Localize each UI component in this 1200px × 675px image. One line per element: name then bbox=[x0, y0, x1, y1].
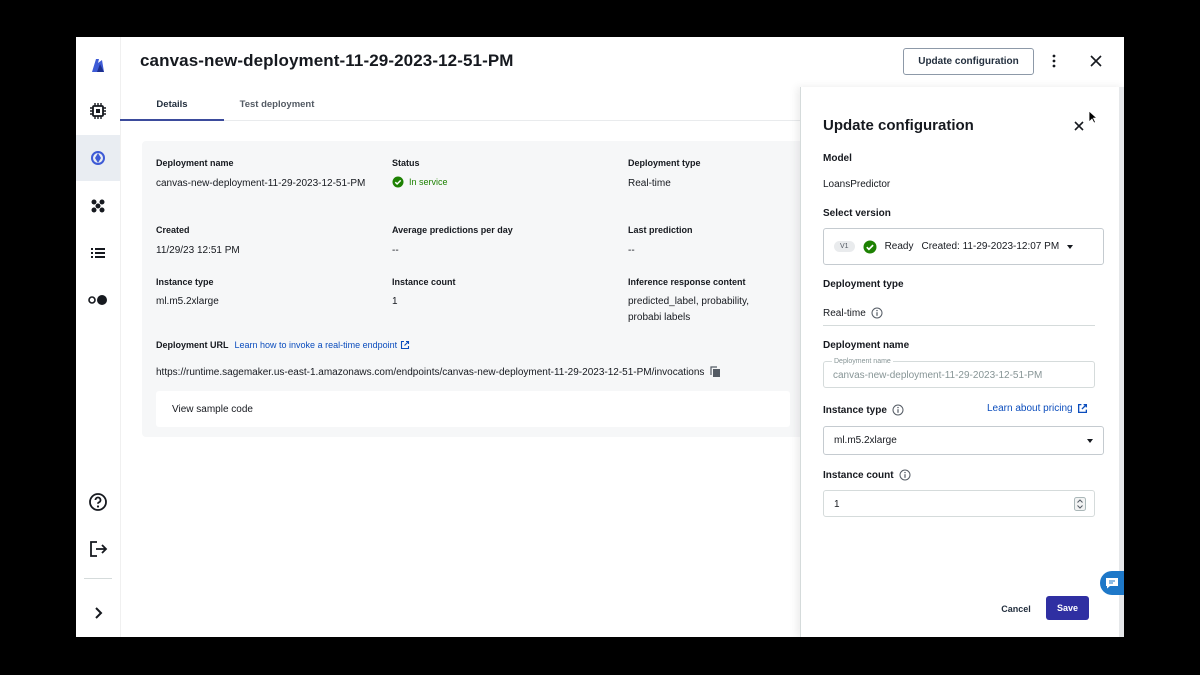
version-badge: V1 bbox=[834, 241, 855, 252]
last-prediction-value: -- bbox=[628, 245, 635, 256]
copy-icon[interactable] bbox=[710, 366, 721, 378]
save-button[interactable]: Save bbox=[1046, 596, 1089, 620]
drawer-title: Update configuration bbox=[823, 117, 974, 134]
deployment-url-header: Deployment URL Learn how to invoke a rea… bbox=[156, 340, 410, 350]
instance-count-label: Instance count bbox=[823, 469, 894, 481]
instance-count-input[interactable]: 1 bbox=[823, 490, 1095, 517]
deployment-details-card: Deployment name canvas-new-deployment-11… bbox=[142, 141, 806, 437]
info-icon[interactable] bbox=[892, 404, 904, 416]
inference-content-value: predicted_label, probability, probabi la… bbox=[628, 296, 750, 323]
close-icon[interactable] bbox=[1087, 52, 1105, 70]
created-value: 11/29/23 12:51 PM bbox=[156, 245, 240, 256]
invoke-endpoint-link[interactable]: Learn how to invoke a real-time endpoint bbox=[235, 340, 411, 350]
tab-details[interactable]: Details bbox=[120, 89, 224, 121]
model-label: Model bbox=[823, 153, 852, 164]
check-circle-icon bbox=[392, 176, 404, 188]
status-value: In service bbox=[409, 177, 448, 187]
drawer-scrollbar[interactable] bbox=[1119, 87, 1124, 637]
expand-chevron-icon[interactable] bbox=[76, 590, 120, 636]
avg-predictions-label: Average predictions per day bbox=[392, 225, 513, 235]
avg-predictions-value: -- bbox=[392, 245, 399, 256]
deployment-name-value: canvas-new-deployment-11-29-2023-12-51-P… bbox=[156, 178, 366, 189]
instance-type-value: ml.m5.2xlarge bbox=[156, 296, 219, 307]
learn-about-pricing-text: Learn about pricing bbox=[987, 403, 1073, 414]
instance-type-select-value: ml.m5.2xlarge bbox=[834, 435, 897, 446]
chevron-down-icon bbox=[1087, 438, 1093, 443]
drawer-close-icon[interactable] bbox=[1071, 118, 1087, 134]
deployment-type-value: Real-time bbox=[823, 307, 866, 319]
invoke-endpoint-link-text: Learn how to invoke a real-time endpoint bbox=[234, 340, 398, 350]
deployment-name-field-value: canvas-new-deployment-11-29-2023-12-51-P… bbox=[833, 370, 1043, 381]
version-status: Ready bbox=[884, 241, 914, 252]
status-label: Status bbox=[392, 158, 420, 168]
page-title: canvas-new-deployment-11-29-2023-12-51-P… bbox=[140, 51, 514, 70]
info-icon[interactable] bbox=[871, 307, 883, 319]
instance-count-label: Instance count bbox=[392, 277, 456, 287]
status-badge: In service bbox=[392, 176, 448, 188]
help-icon[interactable] bbox=[76, 479, 120, 525]
toggle-icon[interactable] bbox=[76, 277, 120, 323]
info-icon[interactable] bbox=[899, 469, 911, 481]
check-circle-icon bbox=[863, 240, 877, 253]
instance-count-input-value: 1 bbox=[834, 499, 840, 510]
instance-type-label: Instance type bbox=[156, 277, 214, 287]
last-prediction-label: Last prediction bbox=[628, 225, 693, 235]
instance-type-label: Instance type bbox=[823, 404, 887, 416]
deployment-url-label: Deployment URL bbox=[156, 340, 229, 350]
sign-out-icon[interactable] bbox=[76, 526, 120, 572]
left-nav-rail bbox=[76, 37, 121, 637]
tab-test-deployment[interactable]: Test deployment bbox=[224, 89, 330, 119]
deployment-name-floating-label: Deployment name bbox=[832, 358, 893, 365]
external-link-icon bbox=[1077, 403, 1087, 414]
models-icon[interactable] bbox=[76, 183, 120, 229]
created-label: Created bbox=[156, 225, 190, 235]
deployments-icon[interactable] bbox=[76, 135, 120, 181]
deployment-name-label: Deployment name bbox=[156, 158, 234, 168]
external-link-icon bbox=[401, 340, 410, 350]
learn-about-pricing-link[interactable]: Learn about pricing bbox=[987, 403, 1088, 414]
instance-type-select[interactable]: ml.m5.2xlarge bbox=[823, 426, 1104, 455]
version-select[interactable]: V1 Ready Created: 11-29-2023-12:07 PM bbox=[823, 228, 1104, 265]
chip-icon[interactable] bbox=[76, 88, 120, 134]
view-sample-code-button[interactable]: View sample code bbox=[156, 391, 790, 427]
chevron-down-icon bbox=[1067, 244, 1074, 249]
select-version-label: Select version bbox=[823, 208, 891, 219]
instance-count-label-row: Instance count bbox=[823, 469, 911, 481]
list-icon[interactable] bbox=[76, 230, 120, 276]
mouse-cursor-icon bbox=[1088, 110, 1097, 124]
inference-content-label: Inference response content bbox=[628, 277, 746, 287]
canvas-logo-icon[interactable] bbox=[76, 42, 120, 88]
more-options-icon[interactable] bbox=[1046, 51, 1062, 71]
deployment-name-label: Deployment name bbox=[823, 340, 910, 351]
feedback-chat-icon[interactable] bbox=[1100, 571, 1124, 595]
version-created: Created: 11-29-2023-12:07 PM bbox=[921, 241, 1060, 252]
deployment-type-label: Deployment type bbox=[628, 158, 701, 168]
app-window: canvas-new-deployment-11-29-2023-12-51-P… bbox=[76, 37, 1124, 637]
deployment-url-value: https://runtime.sagemaker.us-east-1.amaz… bbox=[156, 366, 705, 378]
rail-divider bbox=[84, 578, 112, 579]
cancel-button[interactable]: Cancel bbox=[991, 600, 1041, 618]
deployment-type-row: Real-time bbox=[823, 307, 883, 319]
deployment-name-field: Deployment name canvas-new-deployment-11… bbox=[823, 358, 1095, 388]
tab-bar: Details Test deployment bbox=[120, 89, 800, 121]
deployment-url-row: https://runtime.sagemaker.us-east-1.amaz… bbox=[156, 366, 721, 378]
instance-count-value: 1 bbox=[392, 296, 398, 307]
update-configuration-drawer: Update configuration Model LoansPredicto… bbox=[800, 87, 1124, 637]
instance-type-label-row: Instance type bbox=[823, 404, 904, 416]
deployment-type-label: Deployment type bbox=[823, 279, 904, 290]
update-configuration-button[interactable]: Update configuration bbox=[903, 48, 1034, 75]
deployment-type-value: Real-time bbox=[628, 178, 671, 189]
model-value: LoansPredictor bbox=[823, 179, 891, 190]
number-stepper-icon[interactable] bbox=[1074, 497, 1086, 511]
divider bbox=[823, 325, 1095, 326]
